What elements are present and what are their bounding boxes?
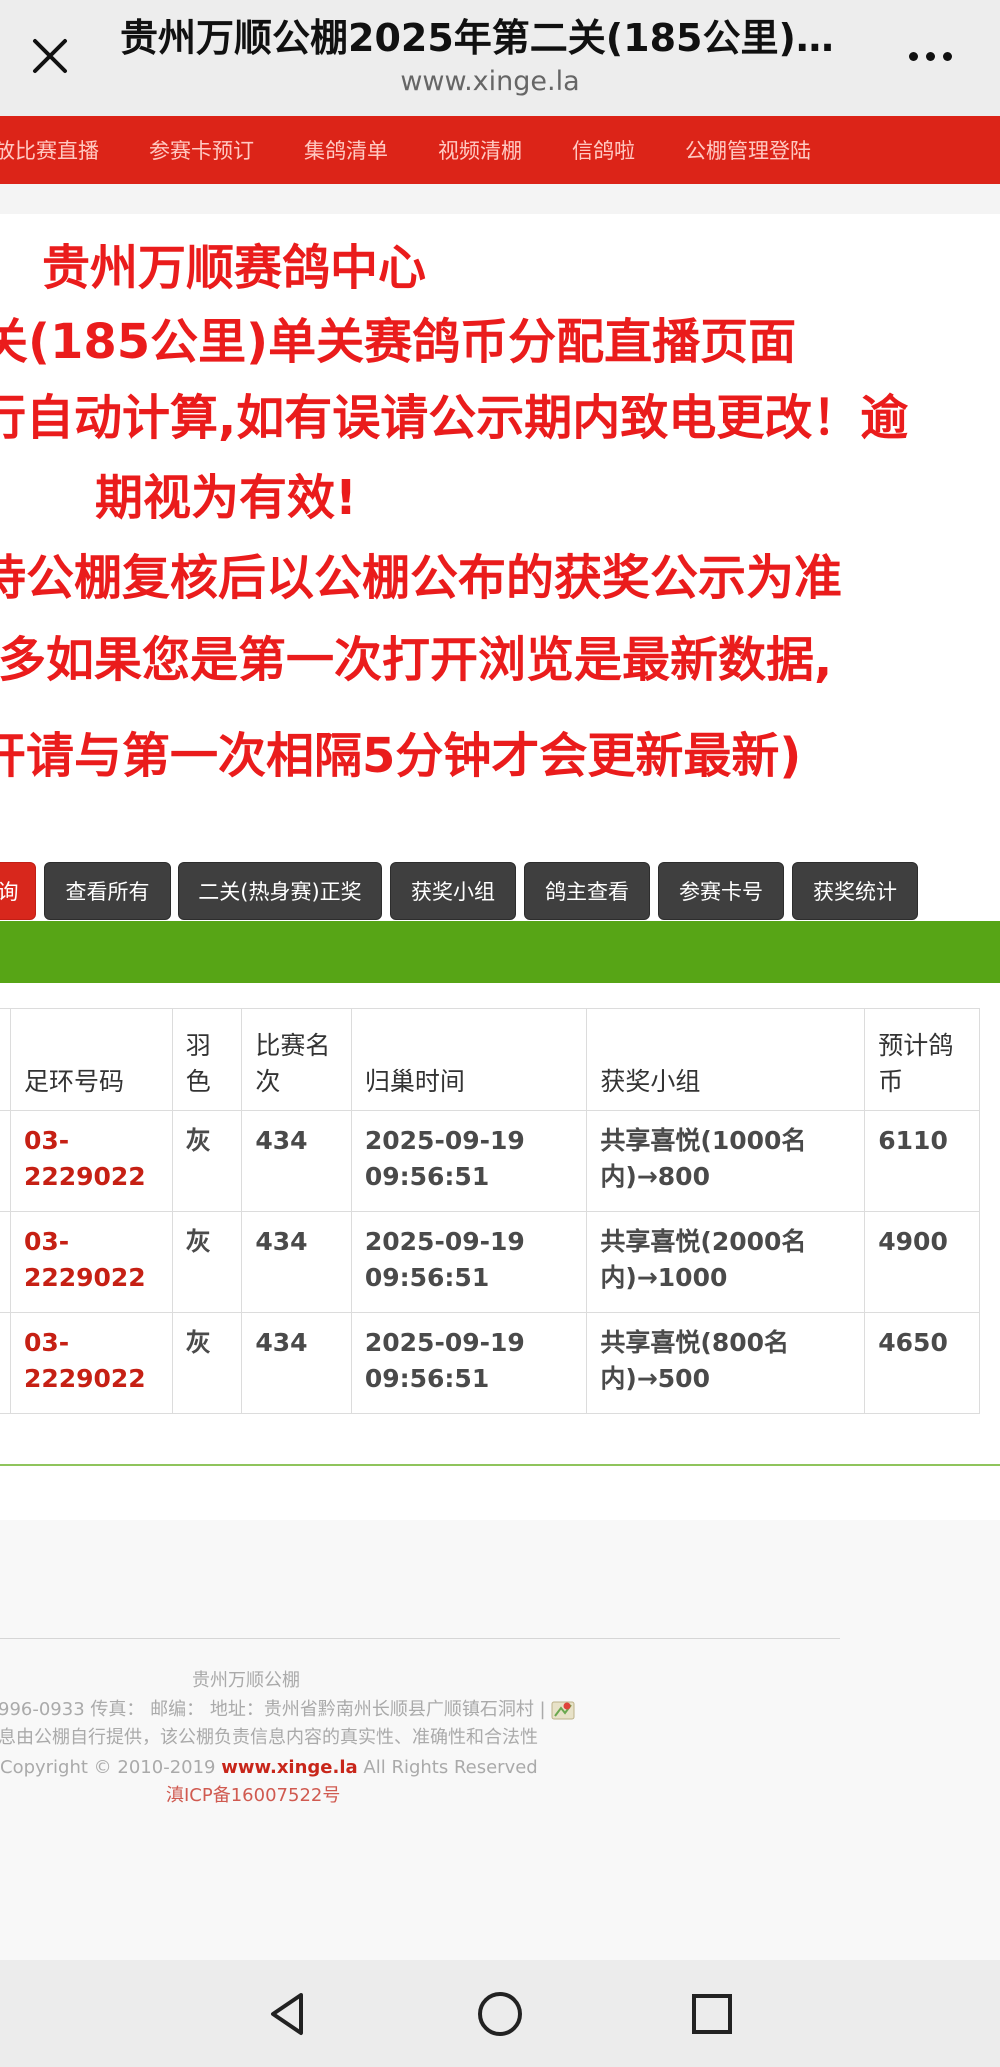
arrival-time: 2025-09-19 09:56:51 — [350, 1312, 588, 1414]
footer-icp[interactable]: 滇ICP备16007522号 — [166, 1783, 340, 1809]
ring-number[interactable]: 03-2229022 — [9, 1211, 173, 1313]
footer-contact-row: 996-0933 传真： 邮编： 地址：贵州省黔南州长顺县广顺镇石洞村 | — [0, 1697, 575, 1723]
ring-number[interactable]: 03-2229022 — [9, 1110, 173, 1212]
table-header-cell: 归巢时间 — [350, 1008, 588, 1111]
table-header-cell: 足环号码 — [9, 1008, 173, 1111]
page-title: 贵州万顺公棚2025年第二关(185公里)单关赛鸽币分配直播页面 — [120, 16, 860, 60]
nav-item-card-booking[interactable]: 参赛卡预订 — [149, 135, 254, 165]
back-button[interactable] — [258, 1984, 318, 2044]
ring-number[interactable]: 03-2229022 — [9, 1312, 173, 1414]
table-cell — [0, 1110, 11, 1212]
table-cell — [0, 1211, 11, 1313]
close-icon — [33, 39, 67, 73]
race-rank: 434 — [241, 1312, 352, 1414]
table-header-cell — [0, 1008, 11, 1111]
tab-view-all[interactable]: 查看所有 — [44, 862, 171, 920]
results-table: 足环号码 羽色 比赛名次 归巢时间 获奖小组 预计鸽币 03-2229022 灰… — [0, 1008, 980, 1414]
tab-query[interactable]: 询 — [0, 862, 36, 920]
feather-color: 灰 — [171, 1211, 243, 1313]
tab-card-number[interactable]: 参赛卡号 — [658, 862, 784, 920]
recents-square-icon — [692, 1994, 732, 2034]
nav-item-live[interactable]: 放比赛直播 — [0, 135, 99, 165]
title-area: 贵州万顺公棚2025年第二关(185公里)单关赛鸽币分配直播页面 www.xin… — [120, 12, 860, 100]
tab-prize-groups[interactable]: 获奖小组 — [390, 862, 516, 920]
home-button[interactable] — [470, 1984, 530, 2044]
table-row: 03-2229022 灰 434 2025-09-19 09:56:51 共享喜… — [0, 1312, 980, 1414]
footer-disclaimer: 息由公棚自行提供，该公棚负责信息内容的真实性、准确性和合法性 — [0, 1727, 538, 1748]
prize-group: 共享喜悦(2000名内)→1000 — [586, 1211, 866, 1313]
race-rank: 434 — [241, 1211, 352, 1313]
table-header-cell: 获奖小组 — [586, 1008, 866, 1111]
arrival-time: 2025-09-19 09:56:51 — [350, 1110, 588, 1212]
nav-item-video[interactable]: 视频清棚 — [438, 135, 522, 165]
table-header-cell: 羽色 — [171, 1008, 243, 1111]
estimated-coins: 4650 — [864, 1312, 980, 1414]
footer-copyright: Copyright © 2010-2019 www.xinge.la All R… — [0, 1755, 538, 1781]
feather-color: 灰 — [171, 1312, 243, 1414]
copyright-suffix: All Rights Reserved — [363, 1757, 538, 1778]
nav-spacer — [0, 184, 1000, 214]
arrival-time: 2025-09-19 09:56:51 — [350, 1211, 588, 1313]
close-button[interactable] — [20, 24, 80, 88]
tab-prize-stats[interactable]: 获奖统计 — [792, 862, 918, 920]
map-icon[interactable] — [551, 1699, 575, 1721]
more-options-button[interactable] — [895, 28, 965, 84]
announcement-line: 期视为有效! — [95, 470, 357, 526]
table-row: 03-2229022 灰 434 2025-09-19 09:56:51 共享喜… — [0, 1110, 980, 1212]
tab-owner-view[interactable]: 鸽主查看 — [524, 862, 650, 920]
table-header-cell: 预计鸽币 — [864, 1008, 980, 1111]
race-rank: 434 — [241, 1110, 352, 1212]
copyright-site-link[interactable]: www.xinge.la — [221, 1757, 357, 1778]
footer-contact: 996-0933 传真： 邮编： 地址：贵州省黔南州长顺县广顺镇石洞村 | — [0, 1699, 546, 1720]
estimated-coins: 4900 — [864, 1211, 980, 1313]
nav-item-collection-list[interactable]: 集鸽清单 — [304, 135, 388, 165]
recents-button[interactable] — [682, 1984, 742, 2044]
tab-bar: 询 查看所有 二关(热身赛)正奖 获奖小组 鸽主查看 参赛卡号 获奖统计 — [0, 862, 1000, 922]
announcement-line: 开请与第一次相隔5分钟才会更新最新) — [0, 728, 802, 784]
green-banner — [0, 921, 1000, 983]
back-triangle-icon — [271, 1993, 303, 2035]
more-dot-icon — [942, 51, 952, 61]
table-cell — [0, 1312, 11, 1414]
table-header-row: 足环号码 羽色 比赛名次 归巢时间 获奖小组 预计鸽币 — [0, 1008, 980, 1111]
table-header-cell: 比赛名次 — [241, 1008, 352, 1111]
page-url: www.xinge.la — [400, 66, 580, 97]
copyright-prefix: Copyright © 2010-2019 — [0, 1757, 216, 1778]
android-nav-bar — [0, 1960, 1000, 2067]
feather-color: 灰 — [171, 1110, 243, 1212]
browser-top-bar: 贵州万顺公棚2025年第二关(185公里)单关赛鸽币分配直播页面 www.xin… — [0, 0, 1000, 116]
home-circle-icon — [478, 1992, 522, 2036]
more-dot-icon — [908, 51, 918, 61]
announcement-line: 行自动计算,如有误请公示期内致电更改！逾 — [0, 390, 909, 446]
tab-warmup-prize[interactable]: 二关(热身赛)正奖 — [178, 862, 382, 920]
prize-group: 共享喜悦(800名内)→500 — [586, 1312, 866, 1414]
announcement-line: 待公棚复核后以公棚公布的获奖公示为准 — [0, 550, 843, 606]
table-row: 03-2229022 灰 434 2025-09-19 09:56:51 共享喜… — [0, 1211, 980, 1313]
prize-group: 共享喜悦(1000名内)→800 — [586, 1110, 866, 1212]
nav-item-admin-login[interactable]: 公棚管理登陆 — [685, 135, 811, 165]
more-dot-icon — [925, 51, 935, 61]
footer-site-name: 贵州万顺公棚 — [192, 1670, 300, 1691]
announcement-line: 关(185公里)单关赛鸽币分配直播页面 — [0, 314, 797, 370]
announcement-line: 贵州万顺赛鸽中心 — [42, 240, 427, 296]
section-divider — [0, 1464, 1000, 1466]
site-nav: 放比赛直播 参赛卡预订 集鸽清单 视频清棚 信鸽啦 公棚管理登陆 — [0, 116, 1000, 184]
footer-divider — [0, 1638, 840, 1639]
nav-item-xinge[interactable]: 信鸽啦 — [572, 135, 635, 165]
estimated-coins: 6110 — [864, 1110, 980, 1212]
announcement-line: 多如果您是第一次打开浏览是最新数据, — [0, 632, 833, 688]
